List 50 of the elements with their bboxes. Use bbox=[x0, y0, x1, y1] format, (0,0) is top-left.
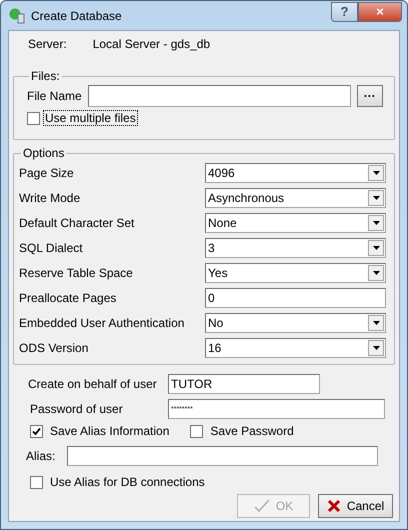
group-title: Files: bbox=[30, 69, 61, 83]
dropdown-field[interactable]: 3 bbox=[205, 238, 386, 258]
database-icon bbox=[9, 8, 25, 24]
checkmark-icon bbox=[254, 499, 270, 513]
server-value: Local Server - gds_db bbox=[92, 37, 210, 53]
field-label: Create on behalf of user bbox=[28, 377, 158, 391]
field-label: File Name bbox=[27, 89, 82, 103]
dropdown-arrow-icon bbox=[372, 196, 380, 200]
alias-field[interactable] bbox=[67, 446, 378, 466]
input-field[interactable]: 0 bbox=[205, 288, 386, 308]
browse-button[interactable]: ··· bbox=[356, 85, 383, 107]
file-name-field[interactable] bbox=[88, 85, 351, 107]
option-label: ODS Version bbox=[19, 340, 90, 354]
dropdown-field[interactable]: Asynchronous bbox=[205, 188, 386, 208]
checkmark-icon bbox=[32, 426, 41, 436]
dropdown-field[interactable]: Yes bbox=[205, 262, 386, 282]
dropdown-field[interactable]: None bbox=[205, 212, 386, 232]
dropdown-arrow-icon bbox=[372, 246, 380, 250]
option-label: Embedded User Authentication bbox=[19, 316, 186, 330]
option-label: Write Mode bbox=[19, 190, 82, 204]
checkbox-label: Save Password bbox=[209, 424, 295, 438]
option-label: Default Character Set bbox=[19, 216, 136, 230]
dropdown-arrow-icon bbox=[372, 270, 380, 274]
dropdown-field[interactable]: 4096 bbox=[205, 162, 386, 182]
dropdown-field[interactable]: No bbox=[205, 312, 386, 332]
checkbox-label: Use multiple files bbox=[44, 111, 137, 125]
option-label: SQL Dialect bbox=[19, 240, 84, 254]
checkbox-label: Use Alias for DB connections bbox=[49, 475, 206, 489]
option-label: Page Size bbox=[19, 166, 75, 180]
dropdown-arrow-icon bbox=[372, 170, 380, 174]
cancel-button[interactable]: Cancel bbox=[318, 494, 393, 518]
field-label: Password of user bbox=[30, 402, 124, 416]
dropdown-arrow-icon bbox=[372, 320, 380, 324]
option-label: Reserve Table Space bbox=[19, 266, 134, 280]
checkbox[interactable] bbox=[190, 424, 204, 438]
server-label: Server: bbox=[28, 37, 67, 53]
group-title: Options bbox=[22, 146, 66, 160]
checkbox[interactable] bbox=[27, 112, 40, 124]
close-icon bbox=[326, 499, 341, 513]
checkbox-label: Save Alias Information bbox=[49, 424, 170, 438]
help-button[interactable]: ? bbox=[331, 2, 358, 22]
dropdown-arrow-icon bbox=[372, 346, 380, 350]
user-field[interactable]: TUTOR bbox=[168, 374, 320, 394]
dropdown-field[interactable]: 16 bbox=[205, 338, 386, 358]
window-title: Create Database bbox=[31, 8, 123, 22]
checkbox[interactable] bbox=[30, 424, 43, 438]
checkbox[interactable] bbox=[30, 476, 43, 488]
dropdown-arrow-icon bbox=[372, 220, 380, 224]
option-label: Preallocate Pages bbox=[19, 290, 118, 304]
field-label: Alias: bbox=[26, 449, 56, 463]
